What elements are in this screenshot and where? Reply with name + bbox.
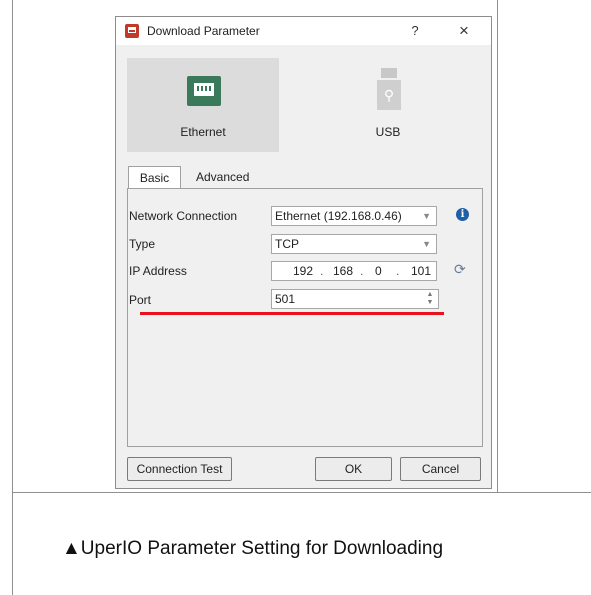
usb-drive-icon: ⚲ <box>374 68 404 112</box>
ethernet-label: Ethernet <box>180 125 226 139</box>
app-icon <box>125 24 139 38</box>
port-input[interactable]: 501 ▲ ▼ <box>271 289 439 309</box>
port-label: Port <box>129 293 152 307</box>
download-parameter-dialog: Download Parameter ? × Ethernet ⚲ USB Ba… <box>115 16 492 489</box>
ip-separator: . <box>320 264 324 278</box>
refresh-icon[interactable]: ⟳ <box>454 262 468 276</box>
frame-left-border <box>12 0 13 595</box>
ip-address-label: IP Address <box>129 264 187 278</box>
figure-caption: ▲UperIO Parameter Setting for Downloadin… <box>62 538 444 559</box>
usb-label: USB <box>375 125 401 139</box>
network-connection-value: Ethernet (192.168.0.46) <box>275 209 402 223</box>
type-label: Type <box>129 237 156 251</box>
ip-separator: . <box>396 264 400 278</box>
ok-button[interactable]: OK <box>315 457 392 481</box>
frame-right-border <box>497 0 498 492</box>
connection-option-usb[interactable]: ⚲ USB <box>338 58 438 152</box>
info-icon[interactable]: i <box>456 208 469 221</box>
spinner-arrows-icon[interactable]: ▲ ▼ <box>426 291 434 307</box>
port-value: 501 <box>275 292 296 306</box>
dialog-title: Download Parameter <box>147 24 260 38</box>
ip-octet-3: 0 <box>375 264 382 278</box>
ip-octet-2: 168 <box>333 264 354 278</box>
basic-settings-panel <box>127 188 483 447</box>
close-button[interactable]: × <box>452 20 476 42</box>
frame-divider <box>12 492 591 493</box>
chevron-down-icon: ▼ <box>422 211 431 221</box>
type-select[interactable]: TCP ▼ <box>271 234 437 254</box>
chevron-down-icon: ▼ <box>422 239 431 249</box>
ip-octet-4: 101 <box>411 264 432 278</box>
ip-address-input[interactable]: 192 . 168 . 0 . 101 <box>271 261 437 281</box>
cancel-button[interactable]: Cancel <box>400 457 481 481</box>
ip-separator: . <box>360 264 364 278</box>
ip-octet-1: 192 <box>293 264 314 278</box>
tab-advanced[interactable]: Advanced <box>196 166 266 188</box>
network-connection-label: Network Connection <box>129 209 238 223</box>
network-connection-select[interactable]: Ethernet (192.168.0.46) ▼ <box>271 206 437 226</box>
type-value: TCP <box>275 237 299 251</box>
help-button[interactable]: ? <box>404 21 426 41</box>
tab-basic[interactable]: Basic <box>128 166 181 189</box>
connection-test-button[interactable]: Connection Test <box>127 457 232 481</box>
port-highlight-underline <box>140 312 444 315</box>
title-bar: Download Parameter ? × <box>116 17 491 45</box>
connection-option-ethernet[interactable]: Ethernet <box>127 58 279 152</box>
ethernet-port-icon <box>187 76 221 106</box>
